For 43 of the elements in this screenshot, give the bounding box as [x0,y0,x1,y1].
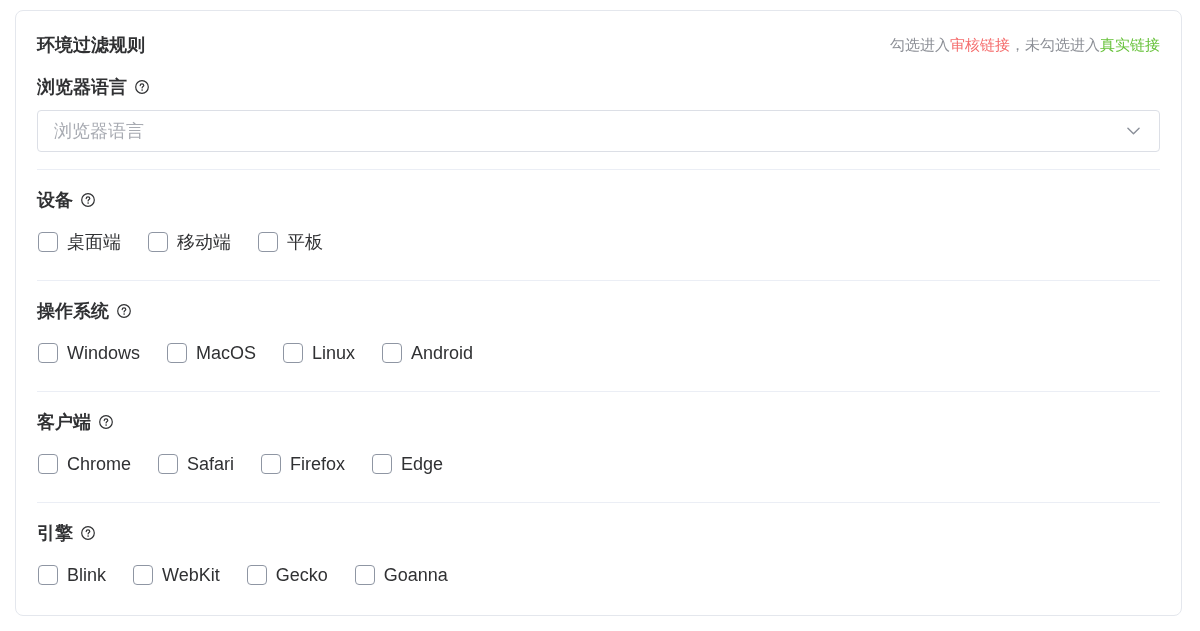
checkbox[interactable] [382,343,403,363]
checkbox[interactable] [38,232,58,252]
help-icon[interactable] [99,415,113,429]
checkbox-label[interactable]: Chrome [67,452,132,476]
checkbox-label[interactable]: Windows [67,341,141,365]
help-icon[interactable] [81,193,95,207]
checkbox-label[interactable]: Linux [312,341,356,365]
checkbox-label[interactable]: Goanna [383,563,448,587]
checkbox-label[interactable]: Blink [67,563,106,587]
panel-title: 环境过滤规则 [37,34,145,57]
checkbox[interactable] [133,565,153,585]
checkbox[interactable] [258,232,278,252]
checkbox-label[interactable]: Safari [187,452,235,476]
checkbox[interactable] [167,343,188,363]
checkbox-label[interactable]: Gecko [275,563,328,587]
checkbox-label[interactable]: 平板 [287,230,323,254]
checkbox[interactable] [283,343,304,363]
checkbox-label[interactable]: WebKit [162,563,220,587]
help-icon[interactable] [117,304,131,318]
chevron-down-icon [1127,127,1140,135]
checkbox-label[interactable]: 移动端 [177,230,231,254]
checkbox-label[interactable]: Firefox [290,452,346,476]
checkbox[interactable] [38,454,58,474]
help-icon[interactable] [81,526,95,540]
checkbox[interactable] [354,565,375,585]
checkbox[interactable] [261,454,282,474]
checkbox-label[interactable]: 桌面端 [67,230,121,254]
checkbox-label[interactable]: Android [411,341,474,365]
help-icon[interactable] [135,80,149,94]
checkbox[interactable] [372,454,393,474]
field-label: 操作系统 [37,300,109,323]
field-label: 设备 [37,189,73,212]
checkbox[interactable] [148,232,168,252]
checkbox[interactable] [38,343,58,363]
checkbox[interactable] [38,565,58,585]
checkbox-label[interactable]: Edge [401,452,444,476]
field-label: 客户端 [37,411,91,434]
field-label: 浏览器语言 [37,76,127,99]
checkbox-label[interactable]: MacOS [196,341,257,365]
hint-text: 勾选进入审核链接，未勾选进入真实链接 [890,35,1160,55]
checkbox[interactable] [158,454,179,474]
field-label: 引擎 [37,522,73,545]
checkbox[interactable] [246,565,267,585]
